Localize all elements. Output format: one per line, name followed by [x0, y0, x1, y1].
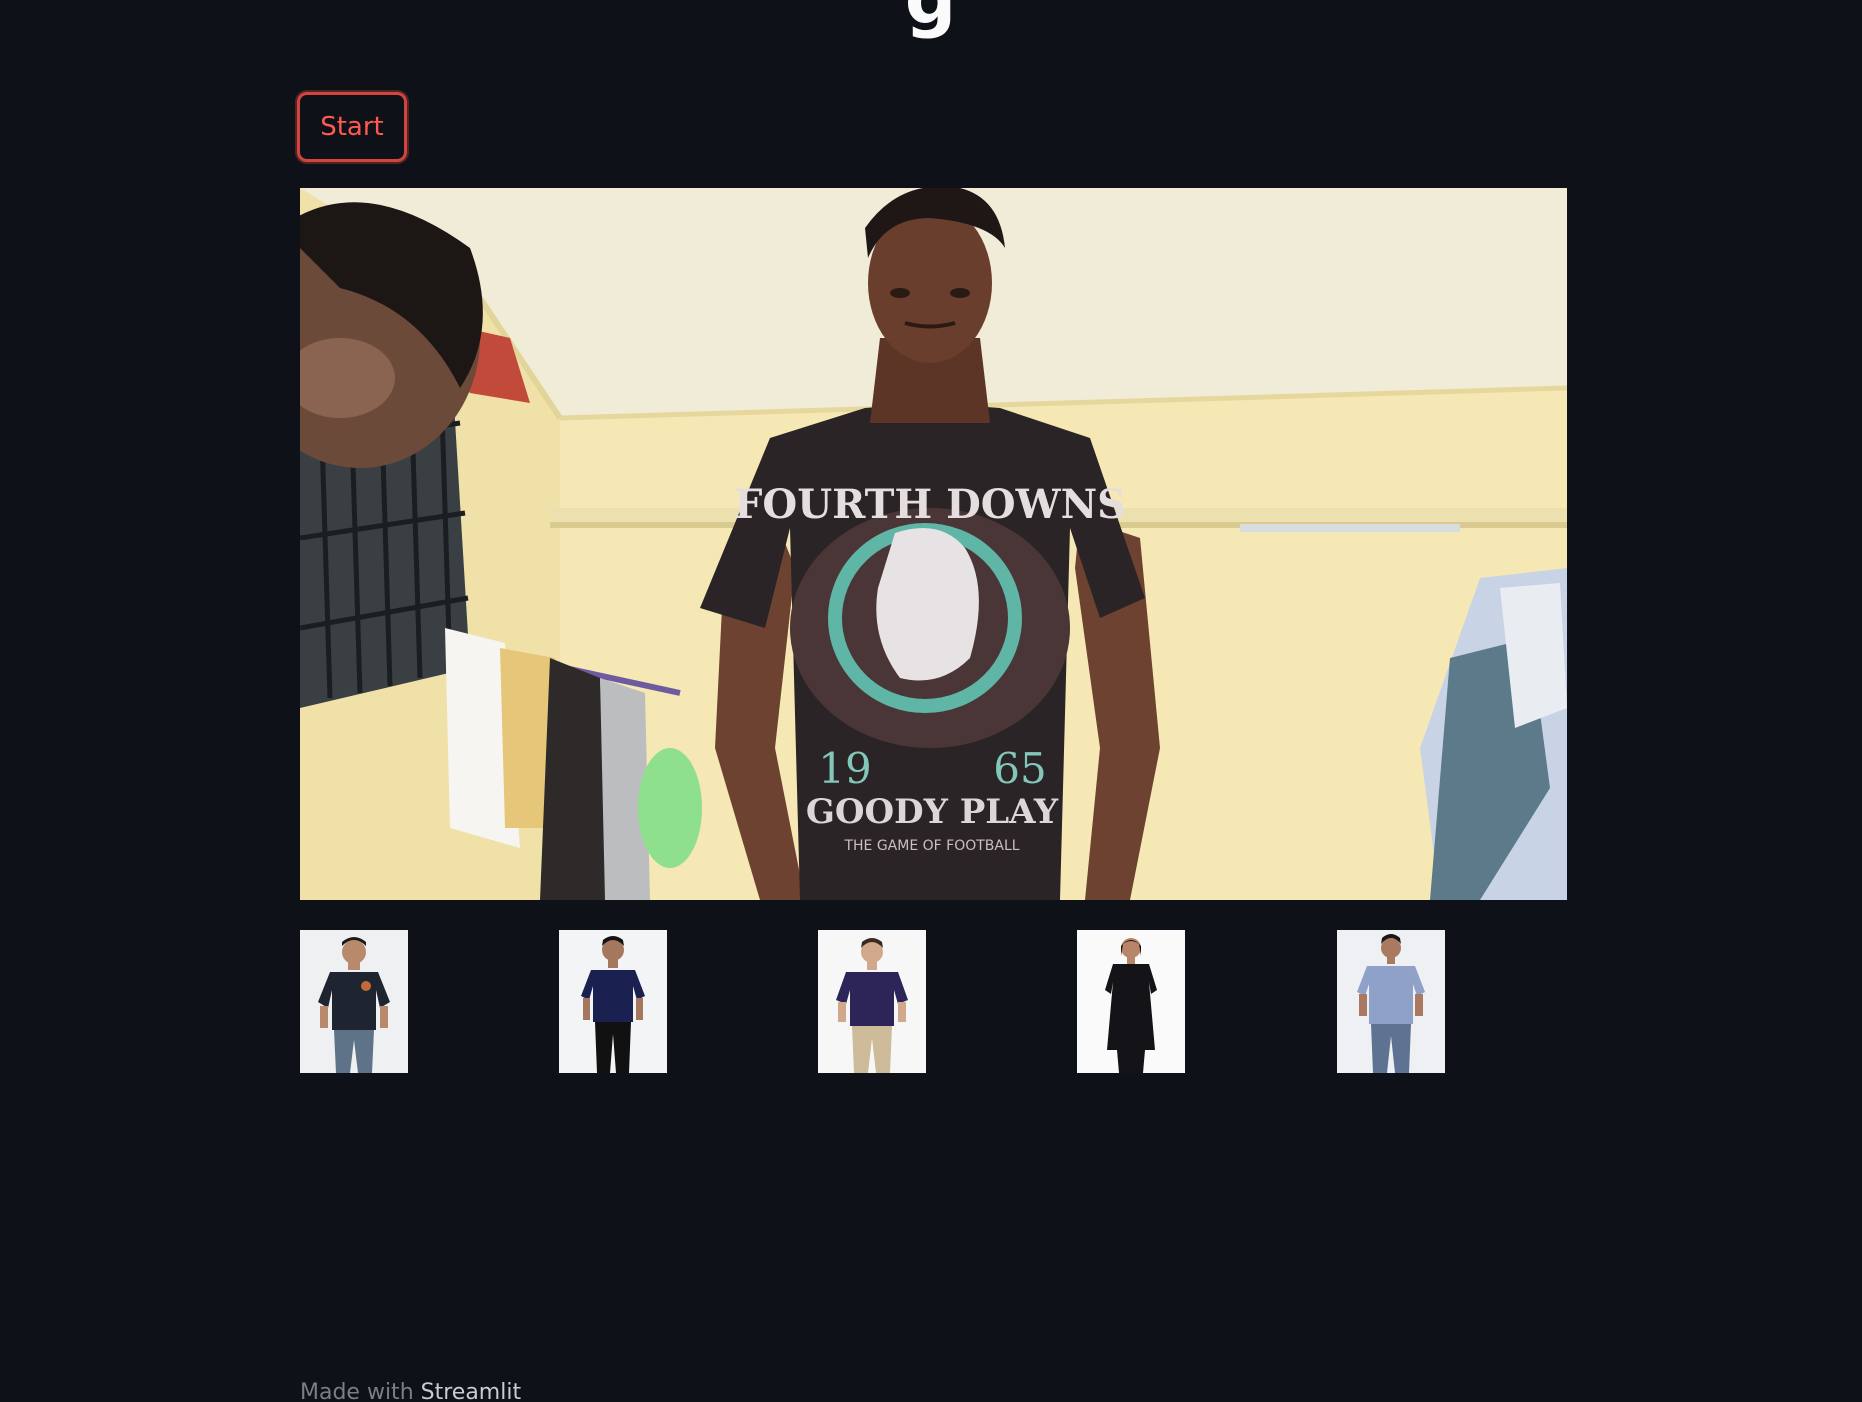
- footer: Made with Streamlit: [300, 1380, 521, 1402]
- recommendation-thumbnail-1[interactable]: [300, 930, 408, 1073]
- thumb-4-leggings: [1117, 1050, 1145, 1073]
- recommendation-thumbnail-2[interactable]: [559, 930, 667, 1073]
- footer-prefix: Made with: [300, 1380, 421, 1402]
- page-title-container: g: [0, 0, 1862, 58]
- page-title: g: [0, 0, 1862, 40]
- webcam-video-frame: FOURTH DOWNS 19 65 GOODY PLAY THE GAME O…: [300, 188, 1567, 900]
- start-button[interactable]: Start: [297, 92, 407, 162]
- streamlit-link[interactable]: Streamlit: [421, 1380, 521, 1402]
- app-page: g Start: [0, 0, 1862, 1402]
- shirt-print-top-text: FOURTH DOWNS: [734, 481, 1126, 528]
- shirt-print-year-right: 65: [993, 744, 1046, 793]
- recommendation-thumbnail-5[interactable]: [1337, 930, 1445, 1073]
- shirt-print-tagline: THE GAME OF FOOTBALL: [843, 838, 1019, 854]
- shirt-print-year-left: 19: [818, 744, 871, 793]
- shirt-print-bottom-text: GOODY PLAY: [806, 792, 1059, 832]
- recommendation-thumbnail-3[interactable]: [818, 930, 926, 1073]
- recommendation-thumbnail-4[interactable]: [1077, 930, 1185, 1073]
- thumb-4-kurta: [1105, 964, 1157, 1050]
